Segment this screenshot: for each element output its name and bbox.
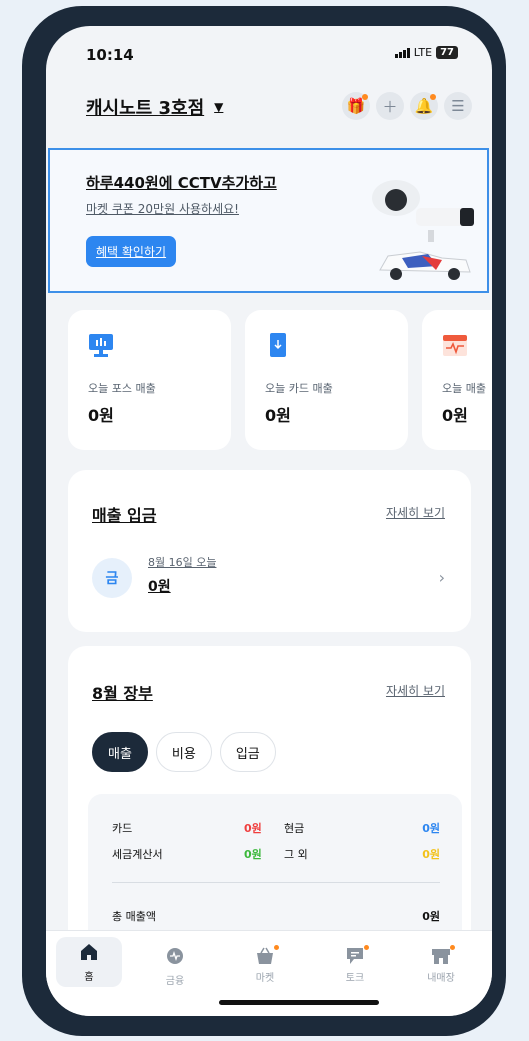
nav-label: 내매장 <box>427 973 455 984</box>
other-label: 그 외 <box>284 848 308 861</box>
gift-icon[interactable]: 🎁 <box>342 92 370 120</box>
header-actions: 🎁 ＋ 🔔 ☰ <box>342 92 472 120</box>
card-today-sales[interactable]: 오늘 매출 0원 <box>422 310 492 450</box>
nav-talk[interactable]: 토크 <box>322 941 388 984</box>
deposit-more-link[interactable]: 자세히 보기 <box>386 504 445 521</box>
chevron-right-icon[interactable]: › <box>439 568 445 587</box>
store-icon <box>431 945 455 965</box>
pos-monitor-icon <box>89 334 113 357</box>
tax-invoice-value: 0원 <box>244 848 262 861</box>
other-value: 0원 <box>422 848 440 861</box>
signal-icon <box>394 47 410 58</box>
banner-cta-button[interactable]: 혜택 확인하기 <box>86 236 177 267</box>
card-amount: 0원 <box>265 406 291 425</box>
card-icon <box>270 333 286 357</box>
phone-frame: 10:14 LTE 77 캐시노트 3호점 ▼ 🎁 ＋ 🔔 ☰ 하루440원에 … <box>22 6 506 1036</box>
basket-icon <box>255 945 279 965</box>
nav-finance[interactable]: 금융 <box>142 941 208 987</box>
status-bar: 10:14 LTE 77 <box>46 26 492 86</box>
card-amount: 0원 <box>88 406 114 425</box>
nav-home[interactable]: 홈 <box>56 937 122 987</box>
battery-icon: 77 <box>436 46 458 59</box>
home-icon <box>81 944 97 960</box>
tab-deposit[interactable]: 입금 <box>219 732 276 772</box>
network-indicator: LTE 77 <box>394 46 458 59</box>
nav-label: 마켓 <box>255 973 275 984</box>
tab-expense[interactable]: 비용 <box>155 732 212 772</box>
card-label: 오늘 포스 매출 <box>88 382 156 395</box>
deposit-title: 매출 입금 <box>92 506 157 525</box>
card-label: 카드 <box>112 822 133 835</box>
divider <box>112 882 440 883</box>
deposit-amount[interactable]: 0원 <box>148 576 171 596</box>
sales-cards: 오늘 포스 매출 0원 오늘 카드 매출 0원 오늘 매출 0원 <box>68 310 492 450</box>
weekday-badge: 금 <box>92 558 132 598</box>
ledger-tabs: 매출 비용 입금 <box>92 732 276 772</box>
nav-label: 토크 <box>345 973 365 984</box>
cash-label: 현금 <box>284 822 305 835</box>
finance-icon <box>167 948 183 964</box>
total-label: 총 매출액 <box>112 910 156 923</box>
tax-invoice-label: 세금계산서 <box>112 848 163 861</box>
deposit-date[interactable]: 8월 16일 오늘 <box>148 554 216 570</box>
network-label: LTE <box>413 46 433 59</box>
screen: 10:14 LTE 77 캐시노트 3호점 ▼ 🎁 ＋ 🔔 ☰ 하루440원에 … <box>46 26 492 1016</box>
card-label: 오늘 매출 <box>442 382 486 395</box>
nav-label: 홈 <box>84 972 94 983</box>
chat-icon <box>345 945 369 965</box>
bell-icon[interactable]: 🔔 <box>410 92 438 120</box>
status-time: 10:14 <box>86 46 134 64</box>
store-selector[interactable]: 캐시노트 3호점 ▼ <box>86 94 223 120</box>
ledger-more-link[interactable]: 자세히 보기 <box>386 682 445 699</box>
menu-icon[interactable]: ☰ <box>444 92 472 120</box>
nav-label: 금융 <box>165 976 185 987</box>
app-header: 캐시노트 3호점 ▼ 🎁 ＋ 🔔 ☰ <box>46 88 492 132</box>
card-amount: 0원 <box>442 406 468 425</box>
home-indicator <box>219 1000 379 1005</box>
nav-market[interactable]: 마켓 <box>232 941 298 984</box>
deposit-section: 매출 입금 자세히 보기 금 8월 16일 오늘 0원 › <box>68 470 471 632</box>
promo-banner[interactable]: 하루440원에 CCTV추가하고 마켓 쿠폰 20만원 사용하세요! 혜택 확인… <box>48 148 489 293</box>
banner-subtitle: 마켓 쿠폰 20만원 사용하세요! <box>86 202 239 216</box>
total-value: 0원 <box>422 910 440 923</box>
store-name: 캐시노트 3호점 <box>86 98 205 119</box>
banner-title: 하루440원에 CCTV추가하고 <box>86 174 277 192</box>
nav-my-store[interactable]: 내매장 <box>408 941 474 984</box>
tab-sales[interactable]: 매출 <box>92 732 148 772</box>
calendar-icon <box>443 335 467 356</box>
cash-value: 0원 <box>422 822 440 835</box>
cctv-car-illustration <box>372 180 474 280</box>
card-pos-sales[interactable]: 오늘 포스 매출 0원 <box>68 310 231 450</box>
ledger-title: 8월 장부 <box>92 684 153 703</box>
plus-icon[interactable]: ＋ <box>376 92 404 120</box>
caret-down-icon: ▼ <box>214 100 224 114</box>
card-value: 0원 <box>244 822 262 835</box>
card-card-sales[interactable]: 오늘 카드 매출 0원 <box>245 310 408 450</box>
card-label: 오늘 카드 매출 <box>265 382 333 395</box>
